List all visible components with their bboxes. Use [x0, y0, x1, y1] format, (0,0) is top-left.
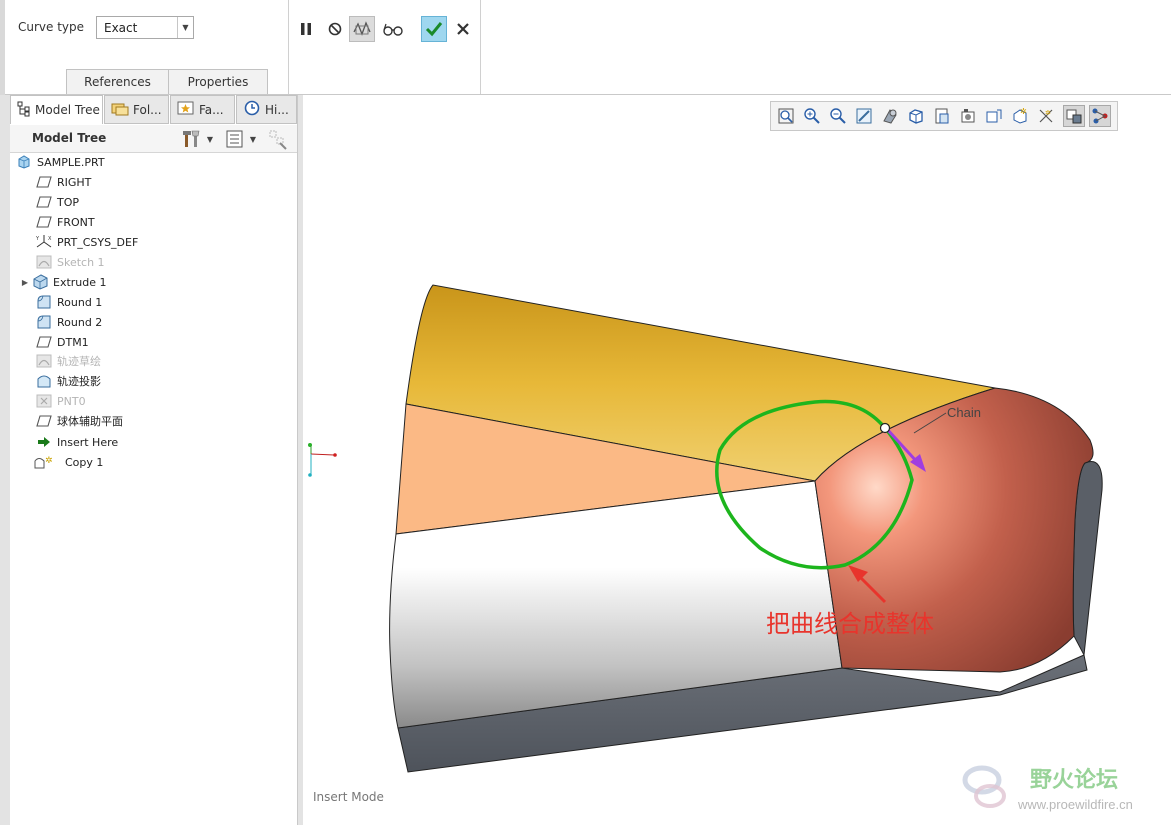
annotation-text: 把曲线合成整体: [766, 610, 934, 638]
svg-text:✲: ✲: [1020, 107, 1027, 116]
zoom-out-icon[interactable]: [827, 105, 849, 127]
graphics-toolbar: ✲ ✲: [770, 101, 1118, 131]
triad-x-dot: [333, 453, 337, 457]
triad-z-dot: [308, 473, 312, 477]
chain-start-point[interactable]: [879, 422, 891, 434]
datum-display-icon[interactable]: ✲: [1009, 105, 1031, 127]
insert-mode-status: Insert Mode: [313, 790, 384, 804]
perspective-icon[interactable]: [957, 105, 979, 127]
selected-filter-icon[interactable]: [1089, 105, 1111, 127]
display-style-icon[interactable]: [879, 105, 901, 127]
zoom-in-icon[interactable]: [801, 105, 823, 127]
repaint-icon[interactable]: [853, 105, 875, 127]
triad-x-axis: [310, 453, 335, 456]
creo-window: Curve type Exact ▼ References Properties: [0, 0, 1171, 825]
chain-label: Chain: [947, 405, 981, 420]
spin-center-icon[interactable]: [1063, 105, 1085, 127]
saved-views-icon[interactable]: [905, 105, 927, 127]
watermark-url: www.proewildfire.cn: [1018, 797, 1133, 812]
triad-y-dot: [308, 443, 312, 447]
view-manager-icon[interactable]: [931, 105, 953, 127]
refit-icon[interactable]: [775, 105, 797, 127]
watermark-title: 野火论坛: [1030, 768, 1119, 793]
annotation-display-icon[interactable]: ✲: [1035, 105, 1057, 127]
svg-text:✲: ✲: [1045, 109, 1051, 117]
section-icon[interactable]: [983, 105, 1005, 127]
